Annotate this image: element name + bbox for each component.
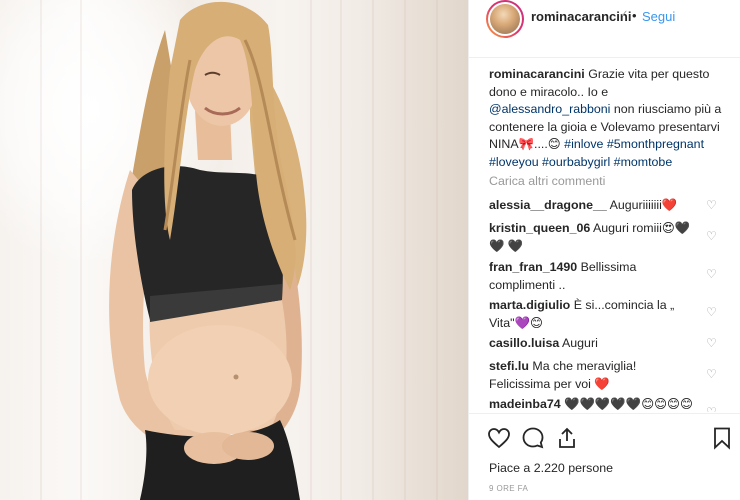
comment-text: 🖤🖤🖤🖤🖤😊😊😊😊 <box>564 397 693 411</box>
comment-text: Auguriiiiiii❤️ <box>609 198 678 212</box>
comment-heart-icon[interactable]: ♡ <box>706 199 717 211</box>
comment-item: stefi.lu Ma che meraviglia! Felicissima … <box>489 358 699 393</box>
heart-icon[interactable] <box>487 426 511 450</box>
post-timestamp[interactable]: 9 ORE FA <box>489 484 528 493</box>
comment-item: madeinba74 🖤🖤🖤🖤🖤😊😊😊😊 <box>489 396 709 412</box>
comment-item: alessia__dragone__ Auguriiiiiii❤️ <box>489 197 699 215</box>
post-caption: rominacarancini Grazie vita per questo d… <box>489 66 724 171</box>
woman-figure <box>109 1 307 500</box>
comment-item: marta.digiulio È si...comincia la „ Vita… <box>489 297 699 332</box>
comment-username[interactable]: madeinba74 <box>489 397 561 411</box>
comment-item: fran_fran_1490 Bellissima complimenti .. <box>489 259 699 294</box>
verified-icon: ✓ <box>620 9 629 20</box>
post-header: rominacarancini ✓ • Segui <box>469 0 740 58</box>
comment-icon[interactable] <box>521 426 545 450</box>
follow-button[interactable]: Segui <box>642 9 675 24</box>
post-sidebar: rominacarancini ✓ • Segui rominacarancin… <box>469 0 740 500</box>
comment-text: Auguri <box>562 336 598 350</box>
comment-username[interactable]: alessia__dragone__ <box>489 198 607 212</box>
post-actions: Piace a 2.220 persone 9 ORE FA <box>469 413 740 500</box>
comment-heart-icon[interactable]: ♡ <box>706 230 717 242</box>
caption-mention[interactable]: @alessandro_rabboni <box>489 102 610 116</box>
comment-username[interactable]: casillo.luisa <box>489 336 559 350</box>
comment-username[interactable]: kristin_queen_06 <box>489 221 590 235</box>
caption-username[interactable]: rominacarancini <box>489 67 585 81</box>
comment-heart-icon[interactable]: ♡ <box>706 368 717 380</box>
comment-heart-icon[interactable]: ♡ <box>706 406 717 412</box>
comment-item: kristin_queen_06 Auguri romiii😍🖤🖤 🖤 <box>489 220 699 255</box>
likes-count[interactable]: Piace a 2.220 persone <box>489 461 613 475</box>
comment-username[interactable]: fran_fran_1490 <box>489 260 577 274</box>
post-photo[interactable] <box>0 0 468 500</box>
share-icon[interactable] <box>555 426 579 450</box>
avatar[interactable] <box>486 0 524 38</box>
comments-section[interactable]: rominacarancini Grazie vita per questo d… <box>469 66 740 412</box>
bookmark-icon[interactable] <box>710 426 734 450</box>
comment-username[interactable]: marta.digiulio <box>489 298 570 312</box>
post-username[interactable]: rominacarancini <box>531 9 631 24</box>
comment-username[interactable]: stefi.lu <box>489 359 529 373</box>
load-more-comments-button[interactable]: Carica altri commenti <box>489 174 605 188</box>
comment-item: casillo.luisa Auguri <box>489 335 699 353</box>
comment-heart-icon[interactable]: ♡ <box>706 306 717 318</box>
separator-dot: • <box>632 8 637 23</box>
comment-heart-icon[interactable]: ♡ <box>706 337 717 349</box>
comment-heart-icon[interactable]: ♡ <box>706 268 717 280</box>
